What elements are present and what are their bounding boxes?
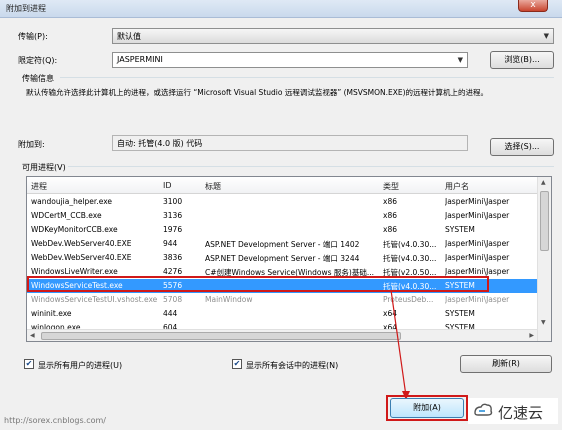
annotation-arrow [390, 289, 410, 400]
brand-logo: 亿速云 [468, 398, 558, 424]
watermark-url: http://sorex.cnblogs.com/ [4, 416, 106, 425]
cloud-logo-icon [474, 403, 493, 416]
logo-text: 亿速云 [498, 404, 544, 422]
attach-highlight-box [386, 395, 468, 421]
